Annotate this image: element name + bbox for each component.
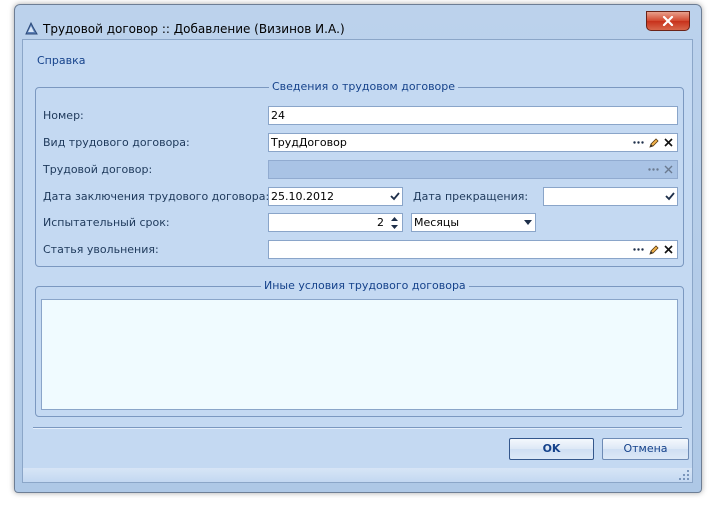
contract-type-clear-button[interactable] bbox=[661, 135, 676, 150]
close-button[interactable] bbox=[646, 11, 690, 31]
conclusion-date-input[interactable]: 25.10.2012 bbox=[268, 187, 403, 206]
other-conditions-group: Иные условия трудового договора bbox=[35, 279, 684, 417]
contract-info-legend: Сведения о трудовом договоре bbox=[269, 80, 459, 93]
dismissal-browse-button[interactable] bbox=[631, 242, 646, 257]
other-conditions-textarea[interactable] bbox=[41, 299, 678, 410]
end-date-dropdown[interactable] bbox=[662, 189, 677, 204]
contract-type-edit-button[interactable] bbox=[646, 135, 661, 150]
status-bar bbox=[23, 468, 692, 482]
number-label: Номер: bbox=[43, 109, 84, 122]
contract-clear-button[interactable] bbox=[661, 162, 676, 177]
clear-x-icon bbox=[664, 245, 673, 254]
app-icon bbox=[25, 21, 38, 35]
contract-browse-button[interactable] bbox=[646, 162, 661, 177]
cancel-button[interactable]: Отмена bbox=[602, 438, 689, 460]
contract-type-browse-button[interactable] bbox=[631, 135, 646, 150]
contract-label: Трудовой договор: bbox=[43, 163, 153, 176]
other-conditions-legend: Иные условия трудового договора bbox=[261, 279, 469, 292]
checkmark-dropdown-icon bbox=[389, 192, 400, 201]
dialog-client-area: Справка Сведения о трудовом договоре Ном… bbox=[22, 39, 693, 483]
contract-type-label: Вид трудового договора: bbox=[43, 136, 190, 149]
spin-up-icon bbox=[391, 217, 398, 221]
edit-pencil-icon bbox=[648, 137, 659, 148]
ok-button[interactable]: OK bbox=[509, 438, 594, 460]
probation-unit-dropdown[interactable] bbox=[520, 215, 535, 230]
conclusion-date-label: Дата заключения трудового договора: bbox=[43, 190, 270, 203]
conclusion-date-value: 25.10.2012 bbox=[271, 190, 334, 203]
conclusion-date-dropdown[interactable] bbox=[387, 189, 402, 204]
end-date-label: Дата прекращения: bbox=[413, 190, 529, 203]
contract-info-group: Сведения о трудовом договоре Номер: 24 В… bbox=[35, 80, 684, 267]
ellipsis-icon bbox=[633, 248, 644, 251]
probation-unit-value: Месяцы bbox=[414, 216, 460, 229]
dismissal-edit-button[interactable] bbox=[646, 242, 661, 257]
contract-type-value: ТрудДоговор bbox=[271, 136, 347, 149]
probation-spin-up[interactable] bbox=[388, 215, 401, 223]
probation-label: Испытательный срок: bbox=[43, 216, 170, 229]
checkmark-dropdown-icon bbox=[664, 192, 675, 201]
clear-x-icon bbox=[664, 165, 673, 174]
ellipsis-icon bbox=[633, 141, 644, 144]
menu-help[interactable]: Справка bbox=[37, 54, 85, 67]
probation-input[interactable]: 2 bbox=[268, 213, 403, 232]
probation-spin-down[interactable] bbox=[388, 223, 401, 231]
end-date-input[interactable] bbox=[543, 187, 678, 206]
contract-type-input[interactable]: ТрудДоговор bbox=[268, 133, 678, 152]
resize-grip-icon[interactable] bbox=[679, 470, 690, 481]
window-title: Трудовой договор :: Добавление (Визинов … bbox=[43, 22, 345, 36]
ellipsis-icon bbox=[648, 168, 659, 171]
spin-down-icon bbox=[391, 225, 398, 229]
contract-input[interactable] bbox=[268, 160, 678, 179]
clear-x-icon bbox=[664, 138, 673, 147]
dismissal-input[interactable] bbox=[268, 240, 678, 259]
chevron-down-icon bbox=[523, 220, 532, 225]
close-icon bbox=[662, 16, 674, 26]
edit-pencil-icon bbox=[648, 244, 659, 255]
dismissal-clear-button[interactable] bbox=[661, 242, 676, 257]
dialog-window: Трудовой договор :: Добавление (Визинов … bbox=[14, 4, 702, 493]
number-input[interactable]: 24 bbox=[268, 106, 678, 125]
dismissal-label: Статья увольнения: bbox=[43, 243, 159, 256]
probation-unit-select[interactable]: Месяцы bbox=[411, 213, 536, 232]
button-separator bbox=[33, 427, 682, 429]
title-bar[interactable]: Трудовой договор :: Добавление (Визинов … bbox=[15, 5, 701, 39]
probation-value: 2 bbox=[377, 216, 384, 229]
